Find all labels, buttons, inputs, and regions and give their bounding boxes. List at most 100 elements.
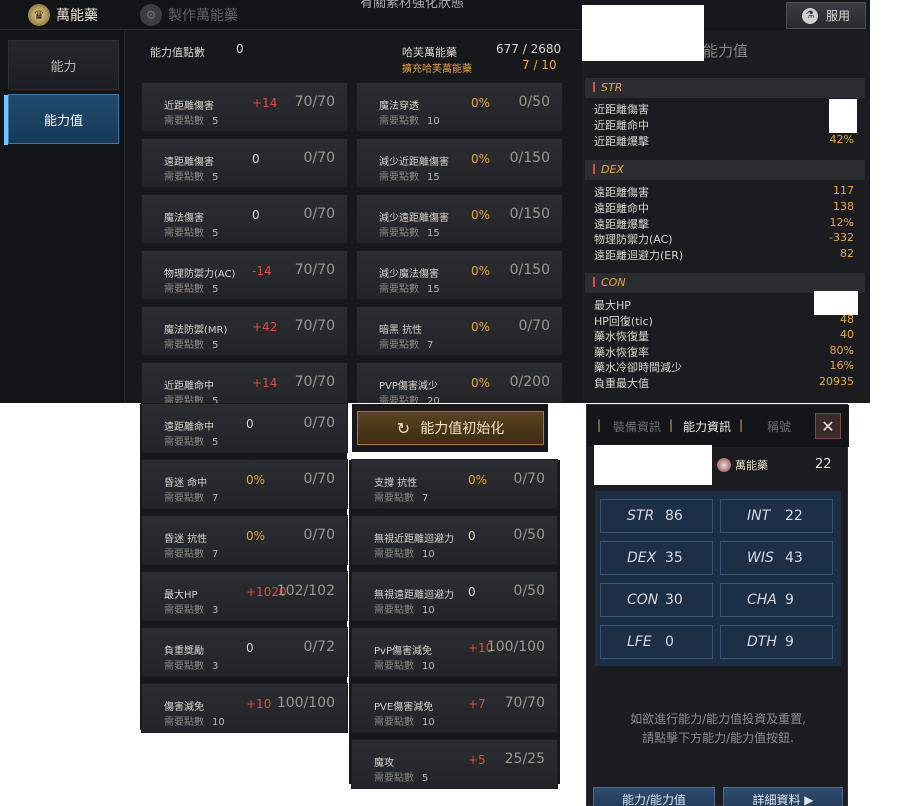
stat-card-req: 需要點數 10 xyxy=(374,601,435,616)
stat-card-name: 物理防禦力(AC) xyxy=(164,269,236,280)
stat-card-bonus: +42 xyxy=(252,320,278,334)
close-button[interactable]: ✕ xyxy=(815,413,841,439)
stat-card[interactable]: 減少遠距離傷害 需要點數 15 0% 0/150 xyxy=(356,194,563,244)
req-label: 需要點數 xyxy=(374,493,414,504)
stat-card-bonus: 0% xyxy=(471,320,491,334)
ability-stat-button[interactable]: 能力/能力值 xyxy=(593,787,715,806)
req-value: 7 xyxy=(212,493,219,504)
tab-ability-info[interactable]: 能力資訊 xyxy=(683,418,731,435)
stat-card[interactable]: 暗黑 抗性 需要點數 7 0% 0/70 xyxy=(356,306,563,356)
req-label: 需要點數 xyxy=(164,396,204,403)
stat-card[interactable]: 減少魔法傷害 需要點數 15 0% 0/150 xyxy=(356,250,563,300)
stat-row: 遠距離迴避力(ER) 82 xyxy=(594,247,856,262)
req-label: 需要點數 xyxy=(379,116,419,127)
stat-card-value: 0/50 xyxy=(513,583,545,599)
expand-potion-value: 7 / 10 xyxy=(522,58,557,72)
points-value: 0 xyxy=(236,42,244,56)
req-value: 10 xyxy=(422,717,435,728)
stat-card[interactable]: 傷害減免 需要點數 10 +10 100/100 xyxy=(141,683,348,733)
stat-card-req: 需要點數 5 xyxy=(164,224,218,239)
stat-row-label: 遠距離爆擊 xyxy=(594,218,649,231)
req-label: 需要點數 xyxy=(164,549,204,560)
req-value: 15 xyxy=(427,284,440,295)
stat-card-value: 70/70 xyxy=(294,262,335,278)
req-value: 5 xyxy=(422,773,429,784)
stat-card[interactable]: 遠距離命中 需要點數 5 0 0/70 xyxy=(141,403,348,453)
stat-card[interactable]: 減少近距離傷害 需要點數 15 0% 0/150 xyxy=(356,138,563,188)
stat-card-name: 負重獎勵 xyxy=(164,646,204,657)
stat-row-label: 遠距離迴避力(ER) xyxy=(594,249,684,262)
stat-card[interactable]: 魔法穿透 需要點數 10 0% 0/50 xyxy=(356,82,563,132)
expand-potion-label: 擴充哈芙萬能藥 xyxy=(402,64,472,75)
stat-card-bonus: 0% xyxy=(246,529,266,543)
req-value: 7 xyxy=(422,493,429,504)
potion-label: 萬能藥 xyxy=(735,459,768,472)
stat-card[interactable]: 物理防禦力(AC) 需要點數 5 -14 70/70 xyxy=(141,250,348,300)
tab-potion[interactable]: ♛ 萬能藥 xyxy=(28,0,98,30)
stat-card[interactable]: 近距離命中 需要點數 5 +14 70/70 xyxy=(141,362,348,403)
base-stat-key: DTH xyxy=(747,634,777,650)
stat-card-name: 魔法穿透 xyxy=(379,101,419,112)
reset-stats-button[interactable]: ↻ 能力值初始化 xyxy=(357,411,544,445)
req-label: 需要點數 xyxy=(379,228,419,239)
stat-card-name: 暗黑 抗性 xyxy=(379,325,423,336)
stat-card[interactable]: 魔法傷害 需要點數 5 0 0/70 xyxy=(141,194,348,244)
stat-card-name: 魔法防禦(MR) xyxy=(164,325,228,336)
stat-card-name: PVE傷害減免 xyxy=(374,702,434,713)
req-value: 5 xyxy=(212,116,219,127)
stat-card[interactable]: 昏迷 命中 需要點數 7 0% 0/70 xyxy=(141,459,348,509)
stat-card[interactable]: 無視近距離迴避力 需要點數 10 0 0/50 xyxy=(351,515,558,565)
stat-card-req: 需要點數 5 xyxy=(164,336,218,351)
stat-card[interactable]: 遠距離傷害 需要點數 5 0 0/70 xyxy=(141,138,348,188)
stat-card[interactable]: 近距離傷害 需要點數 5 +14 70/70 xyxy=(141,82,348,132)
stat-card[interactable]: 無視遠距離迴避力 需要點數 10 0 0/50 xyxy=(351,571,558,621)
char-tab-bar: | 裝備資訊 | 能力資訊 | 稱號 ✕ xyxy=(587,405,849,447)
stat-card-bonus: 0 xyxy=(468,529,476,543)
stat-card[interactable]: PVP傷害減少 需要點數 20 0% 0/200 xyxy=(356,362,563,403)
base-stat-value: 43 xyxy=(785,550,803,566)
stat-card[interactable]: 魔攻 需要點數 5 +5 25/25 xyxy=(351,739,558,789)
stat-card[interactable]: 魔法防禦(MR) 需要點數 5 +42 70/70 xyxy=(141,306,348,356)
req-value: 5 xyxy=(212,437,219,448)
stat-row-value: 20935 xyxy=(819,375,854,388)
stat-card[interactable]: PVE傷害減免 需要點數 10 +7 70/70 xyxy=(351,683,558,733)
stat-card-value: 70/70 xyxy=(294,94,335,110)
sidebar-item-ability[interactable]: 能力 xyxy=(8,40,119,90)
req-value: 15 xyxy=(427,228,440,239)
stat-card[interactable]: PvP傷害減免 需要點數 10 +10 100/100 xyxy=(351,627,558,677)
stat-panel-title: 能力值 xyxy=(703,42,749,60)
stat-card-req: 需要點數 10 xyxy=(374,713,435,728)
stat-card-value: 70/70 xyxy=(294,374,335,390)
stat-row: 遠距離爆擊 12% xyxy=(594,216,856,231)
base-stat-key: INT xyxy=(747,508,771,524)
stat-card[interactable]: 昏迷 抗性 需要點數 7 0% 0/70 xyxy=(141,515,348,565)
base-stat-key: CHA xyxy=(747,592,777,608)
stat-card-req: 需要點數 5 xyxy=(164,112,218,127)
stat-card[interactable]: 支撐 抗性 需要點數 7 0% 0/70 xyxy=(351,459,558,509)
req-value: 5 xyxy=(212,172,219,183)
stat-card-bonus: +7 xyxy=(468,697,486,711)
stat-card[interactable]: 最大HP 需要點數 3 +1020 102/102 xyxy=(141,571,348,621)
req-label: 需要點數 xyxy=(164,437,204,448)
stat-card-req: 需要點數 7 xyxy=(164,489,218,504)
stat-card-req: 需要點數 15 xyxy=(379,168,440,183)
stat-card-value: 100/100 xyxy=(486,639,545,655)
stat-row: 近距離爆擊 42% xyxy=(594,133,856,148)
detail-info-button[interactable]: 詳細資料 ▶ xyxy=(723,787,843,806)
req-value: 5 xyxy=(212,228,219,239)
gears-icon: ⚙ xyxy=(140,4,162,26)
stat-row: 負重最大值 20935 xyxy=(594,375,856,390)
stat-row: 物理防禦力(AC) -332 xyxy=(594,231,856,246)
use-potion-button[interactable]: ⚗ 服用 xyxy=(786,2,866,29)
tab-craft-potion[interactable]: ⚙ 製作萬能藥 xyxy=(140,0,238,30)
stat-card-value: 102/102 xyxy=(276,583,335,599)
tab-equipment-info[interactable]: 裝備資訊 xyxy=(613,418,661,435)
tab-title[interactable]: 稱號 xyxy=(767,418,791,435)
stat-card-value: 0/70 xyxy=(518,318,550,334)
stat-card-bonus: +10 xyxy=(246,697,272,711)
stat-card[interactable]: 負重獎勵 需要點數 3 0 0/72 xyxy=(141,627,348,677)
base-stat-key: LFE xyxy=(627,634,652,650)
stat-row: 遠距離命中 138 xyxy=(594,200,856,215)
flask-icon: ⚗ xyxy=(801,7,818,24)
sidebar-item-stat[interactable]: 能力值 xyxy=(4,94,119,145)
